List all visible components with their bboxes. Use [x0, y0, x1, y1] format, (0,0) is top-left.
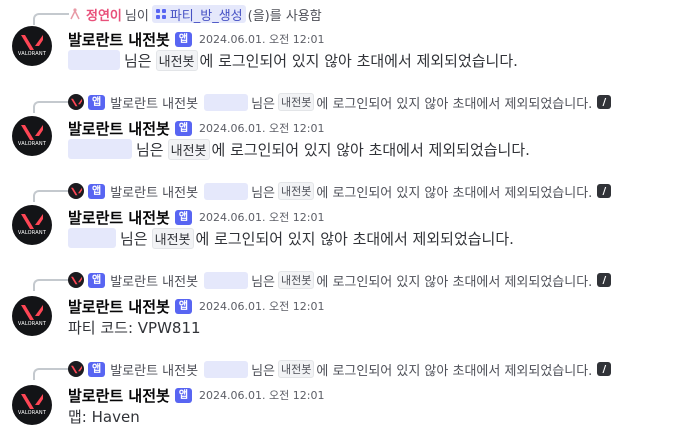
- timestamp[interactable]: 2024.06.01. 오전 12:01: [199, 298, 324, 314]
- message-content: 파티 코드: VPW811: [68, 316, 201, 338]
- person-icon: [68, 7, 82, 21]
- command-used-prefix: 님이: [124, 8, 149, 24]
- reply-preview[interactable]: 앱 발로란트 내전봇 님은 내전봇 에 로그인되어 있지 않아 초대에서 제외되…: [68, 182, 612, 201]
- bot-avatar[interactable]: VALORANT: [12, 26, 52, 66]
- bot-avatar[interactable]: VALORANT: [12, 116, 52, 156]
- app-badge: 앱: [174, 387, 193, 403]
- reply-code: 내전봇: [277, 271, 315, 289]
- text-after: 에 로그인되어 있지 않아 초대에서 제외되었습니다.: [195, 229, 514, 248]
- reply-avatar: [68, 183, 84, 199]
- reply-preview[interactable]: 앱 발로란트 내전봇 님은 내전봇 에 로그인되어 있지 않아 초대에서 제외되…: [68, 93, 612, 112]
- reply-app-badge: 앱: [88, 361, 106, 377]
- reply-username[interactable]: 발로란트 내전봇: [110, 93, 198, 112]
- avatar-label: VALORANT: [17, 321, 47, 327]
- reply-preview[interactable]: 앱 발로란트 내전봇 님은 내전봇 에 로그인되어 있지 않아 초대에서 제외되…: [68, 360, 612, 379]
- user-mention[interactable]: [68, 139, 132, 159]
- reply-username[interactable]: 발로란트 내전봇: [110, 182, 198, 201]
- reply-spine: [33, 101, 69, 113]
- message-header: 발로란트 내전봇 앱 2024.06.01. 오전 12:01: [68, 296, 324, 316]
- reply-avatar: [68, 361, 84, 377]
- text-after: 에 로그인되어 있지 않아 초대에서 제외되었습니다.: [211, 140, 530, 159]
- app-badge: 앱: [174, 31, 193, 47]
- reply-app-badge: 앱: [88, 94, 106, 110]
- bot-avatar[interactable]: VALORANT: [12, 385, 52, 425]
- reply-text-before: 님은: [251, 274, 275, 290]
- reply-username[interactable]: 발로란트 내전봇: [110, 271, 198, 290]
- embed-icon: /: [597, 362, 612, 376]
- reply-mention: [204, 271, 249, 289]
- bot-username[interactable]: 발로란트 내전봇: [68, 29, 170, 50]
- reply-avatar: [68, 94, 84, 110]
- user-mention[interactable]: [68, 228, 116, 248]
- reply-spine: [33, 368, 69, 380]
- reply-spine: [33, 13, 69, 25]
- bot-username[interactable]: 발로란트 내전봇: [68, 207, 170, 228]
- inline-code: 내전봇: [155, 49, 198, 71]
- message-content: 님은 내전봇 에 로그인되어 있지 않아 초대에서 제외되었습니다.: [68, 138, 530, 160]
- bot-avatar[interactable]: VALORANT: [12, 296, 52, 336]
- inline-code: 내전봇: [167, 138, 210, 160]
- command-icon: [155, 8, 167, 20]
- reply-text-before: 님은: [251, 363, 275, 379]
- timestamp[interactable]: 2024.06.01. 오전 12:01: [199, 387, 324, 403]
- reply-app-badge: 앱: [88, 272, 106, 288]
- command-user[interactable]: 정연이: [86, 5, 122, 24]
- app-badge: 앱: [174, 209, 193, 225]
- reply-mention: [204, 360, 249, 378]
- reply-text-after: 에 로그인되어 있지 않아 초대에서 제외되었습니다.: [316, 363, 593, 379]
- message-header: 발로란트 내전봇 앱 2024.06.01. 오전 12:01: [68, 207, 324, 227]
- avatar-label: VALORANT: [17, 141, 47, 147]
- reply-text-after: 에 로그인되어 있지 않아 초대에서 제외되었습니다.: [316, 96, 593, 112]
- reply-text-after: 에 로그인되어 있지 않아 초대에서 제외되었습니다.: [316, 274, 593, 290]
- message-header: 발로란트 내전봇 앱 2024.06.01. 오전 12:01: [68, 385, 324, 405]
- avatar-label: VALORANT: [17, 51, 47, 57]
- reply-mention: [204, 93, 249, 111]
- reply-text-before: 님은: [251, 96, 275, 112]
- command-used-suffix: (을)를 사용함: [247, 8, 322, 24]
- message-header: 발로란트 내전봇 앱 2024.06.01. 오전 12:01: [68, 118, 324, 138]
- reply-code: 내전봇: [277, 182, 315, 200]
- reply-code: 내전봇: [277, 360, 315, 378]
- reply-spine: [33, 190, 69, 202]
- inline-code: 내전봇: [151, 227, 194, 249]
- reply-app-badge: 앱: [88, 183, 106, 199]
- reply-mention: [204, 182, 249, 200]
- text-before: 님은: [124, 51, 152, 70]
- text-before: 님은: [136, 140, 164, 159]
- slash-command[interactable]: 파티_방_생성: [151, 5, 246, 24]
- reply-code: 내전봇: [277, 93, 315, 111]
- reply-username[interactable]: 발로란트 내전봇: [110, 360, 198, 379]
- embed-icon: /: [597, 184, 612, 198]
- reply-spine: [33, 279, 69, 291]
- reply-preview[interactable]: 앱 발로란트 내전봇 님은 내전봇 에 로그인되어 있지 않아 초대에서 제외되…: [68, 271, 612, 290]
- bot-username[interactable]: 발로란트 내전봇: [68, 385, 170, 406]
- avatar-label: VALORANT: [17, 230, 47, 236]
- message-content: 님은 내전봇 에 로그인되어 있지 않아 초대에서 제외되었습니다.: [68, 227, 514, 249]
- text-after: 에 로그인되어 있지 않아 초대에서 제외되었습니다.: [199, 51, 518, 70]
- app-badge: 앱: [174, 120, 193, 136]
- user-mention[interactable]: [68, 50, 120, 70]
- avatar-label: VALORANT: [17, 410, 47, 416]
- reply-text-before: 님은: [251, 185, 275, 201]
- timestamp[interactable]: 2024.06.01. 오전 12:01: [199, 120, 324, 136]
- reply-text-after: 에 로그인되어 있지 않아 초대에서 제외되었습니다.: [316, 185, 593, 201]
- message-header: 발로란트 내전봇 앱 2024.06.01. 오전 12:01: [68, 29, 324, 49]
- message-text: 맵: Haven: [68, 407, 140, 426]
- timestamp[interactable]: 2024.06.01. 오전 12:01: [199, 31, 324, 47]
- command-reply[interactable]: 정연이 님이 파티_방_생성 (을)를 사용함: [68, 5, 322, 24]
- app-badge: 앱: [174, 298, 193, 314]
- reply-avatar: [68, 272, 84, 288]
- command-name: 파티_방_생성: [169, 8, 243, 24]
- timestamp[interactable]: 2024.06.01. 오전 12:01: [199, 209, 324, 225]
- bot-username[interactable]: 발로란트 내전봇: [68, 296, 170, 317]
- embed-icon: /: [597, 95, 612, 109]
- embed-icon: /: [597, 273, 612, 287]
- message-text: 파티 코드: VPW811: [68, 318, 201, 337]
- message-content: 맵: Haven: [68, 405, 140, 427]
- bot-username[interactable]: 발로란트 내전봇: [68, 118, 170, 139]
- message-content: 님은 내전봇 에 로그인되어 있지 않아 초대에서 제외되었습니다.: [68, 49, 518, 71]
- bot-avatar[interactable]: VALORANT: [12, 205, 52, 245]
- text-before: 님은: [120, 229, 148, 248]
